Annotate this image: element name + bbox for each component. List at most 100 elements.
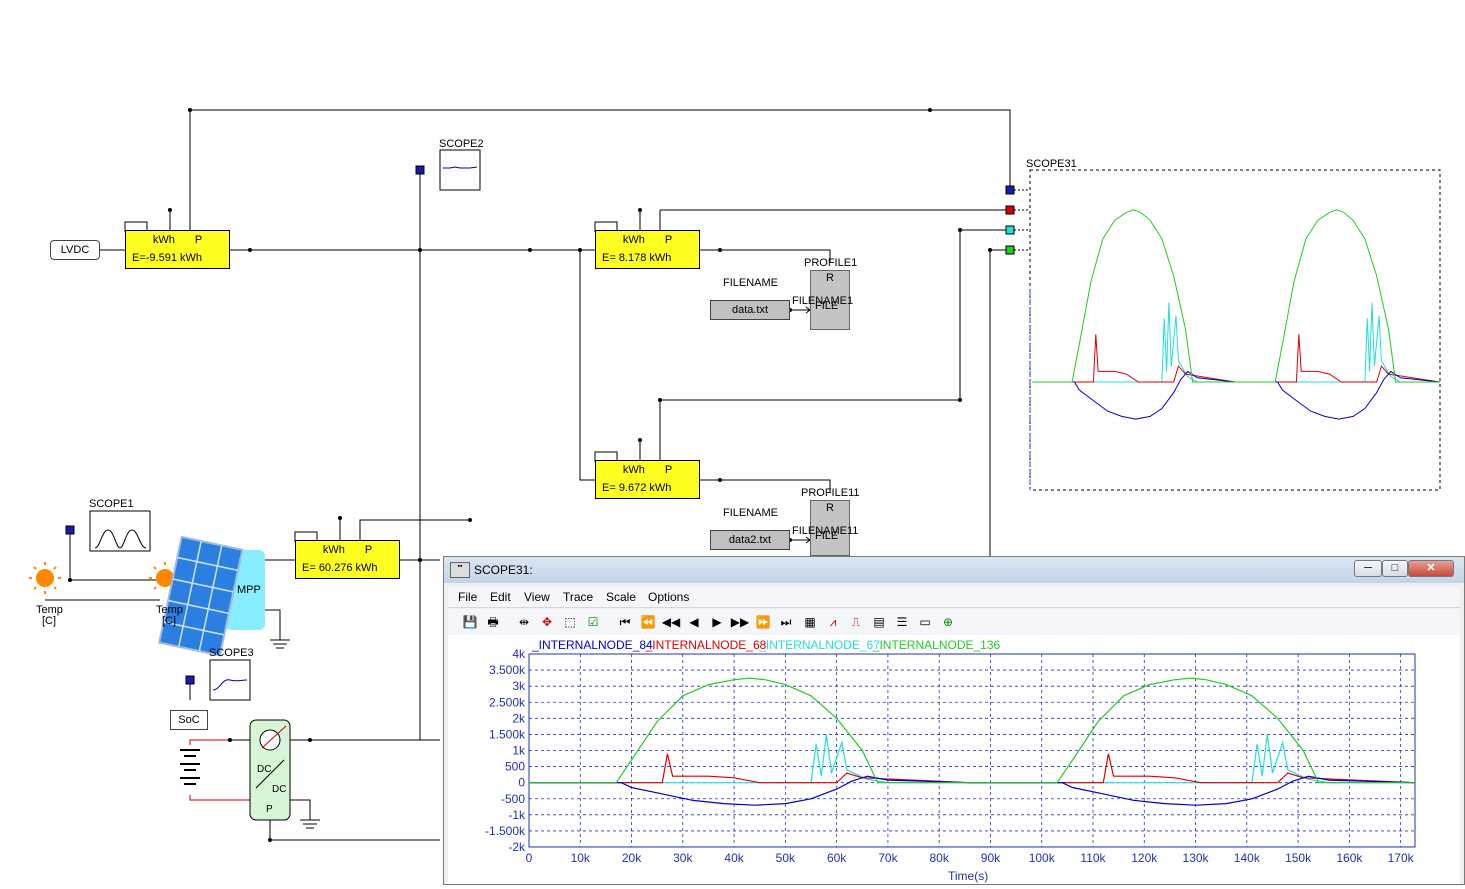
dcdc-p-label: P [266, 804, 273, 815]
window-icon[interactable]: ▭ [915, 612, 935, 632]
menu-view[interactable]: View [524, 590, 550, 604]
list-icon[interactable]: ☰ [892, 612, 912, 632]
chart-traces [529, 677, 1416, 806]
legend-entry[interactable]: _INTERNALNODE_68 [645, 638, 767, 652]
energy-meter-3[interactable]: kWh P E= 9.672 kWh [595, 460, 700, 499]
x-tick-label: 150k [1285, 851, 1312, 865]
y-axis-ticks: 4k 3.500k 3k 2.500k 2k 1.500k 1k 500 0 -500 -1k -1.… [485, 647, 526, 854]
menu-trace[interactable]: Trace [563, 590, 593, 604]
zoom-box-icon[interactable]: ⬚ [560, 612, 580, 632]
trace-internalnode-68[interactable] [529, 753, 1416, 784]
y-tick-label: 4k [512, 647, 526, 661]
zoom-fit-icon[interactable]: ✥ [537, 612, 557, 632]
lvdc-label[interactable]: LVDC [50, 240, 100, 260]
title-bar[interactable]: ▪▪ SCOPE31: ─ □ ✕ [444, 557, 1464, 583]
scope1-label: SCOPE1 [89, 498, 134, 510]
fast-forward-icon[interactable]: ⏩ [753, 612, 773, 632]
profile1-label: PROFILE1 [804, 257, 858, 269]
minimize-button[interactable]: ─ [1354, 560, 1382, 577]
scope31-window[interactable]: ▪▪ SCOPE31: ─ □ ✕ File Edit View Trace S… [443, 556, 1465, 885]
chart-grid [528, 653, 1416, 848]
x-tick-label: 70k [878, 851, 898, 865]
menu-file[interactable]: File [458, 590, 477, 604]
x-tick-label: 110k [1080, 851, 1106, 865]
trace-internalnode-67[interactable] [529, 734, 1415, 784]
chart-legend: _INTERNALNODE_84_INTERNALNODE_68_INTERNA… [531, 638, 1001, 652]
x-tick-label: 50k [776, 851, 796, 865]
y-tick-label: -1.500k [485, 824, 526, 838]
x-tick-label: 140k [1234, 851, 1261, 865]
auto-scale-icon[interactable]: ☑ [583, 612, 603, 632]
scope31-ports[interactable] [1005, 185, 1030, 255]
sun-icon[interactable] [29, 562, 61, 594]
menu-options[interactable]: Options [648, 590, 689, 604]
x-tick-label: 80k [930, 851, 950, 865]
scope3-label: SCOPE3 [209, 647, 254, 659]
back-icon[interactable]: ◀◀ [661, 612, 681, 632]
step-forward-icon[interactable]: ▶ [707, 612, 727, 632]
plot-area[interactable]: _INTERNALNODE_84 _INTERNALNODE_68 _INTERNA… [448, 635, 1460, 884]
file-input-1[interactable]: data.txt [710, 300, 790, 320]
scope-chart[interactable]: _INTERNALNODE_84_INTERNALNODE_68_INTERNA… [448, 635, 1462, 886]
x-tick-label: 130k [1183, 851, 1210, 865]
meter-value: E=-9.591 kWh [132, 252, 203, 264]
scope2-port[interactable] [415, 165, 425, 175]
profile1-file: FILE [815, 300, 839, 312]
x-tick-label: 30k [673, 851, 693, 865]
y-tick-label: 0 [518, 776, 525, 790]
dcdc-top-label: DC [257, 764, 272, 775]
soc-label[interactable]: SoC [170, 710, 208, 730]
meter-value: E= 9.672 kWh [602, 482, 672, 494]
energy-meter-2[interactable]: kWh P E= 8.178 kWh [595, 230, 700, 269]
first-icon[interactable]: ⏮ [615, 612, 635, 632]
mpp-label: MPP [237, 584, 261, 596]
legend-entry[interactable]: _INTERNALNODE_67 [758, 638, 880, 652]
energy-meter-1[interactable]: kWh P E=-9.591 kWh [125, 230, 230, 269]
filename-label-2: FILENAME [723, 507, 779, 519]
scope31-label: SCOPE31 [1026, 158, 1077, 170]
trace-internalnode-84[interactable] [529, 775, 1416, 806]
trace-icon[interactable]: ⩘ [823, 612, 843, 632]
close-button[interactable]: ✕ [1408, 560, 1454, 577]
crosshair-icon[interactable]: ⊕ [938, 612, 958, 632]
legend-entry[interactable]: _INTERNALNODE_136 [872, 638, 1001, 652]
cursor-icon[interactable]: ⇹ [514, 612, 534, 632]
x-axis-label: Time(s) [948, 869, 988, 883]
x-tick-label: 40k [724, 851, 744, 865]
legend-entry[interactable]: _INTERNALNODE_84 [531, 638, 653, 652]
trace-internalnode-136[interactable] [529, 677, 1415, 784]
scope1-box[interactable] [89, 510, 151, 552]
file-input-2[interactable]: data2.txt [710, 530, 790, 550]
table-icon[interactable]: ▦ [800, 612, 820, 632]
y-tick-label: 2k [512, 711, 526, 725]
toolbar: 💾 🖶 ⇹ ✥ ⬚ ☑ ⏮ ⏪ ◀◀ ◀ ▶ ▶▶ ⏩ ⏭ ▦ ⩘ ⎍ ▤ ☰ … [448, 609, 1460, 635]
scope1-port[interactable] [65, 525, 75, 535]
temp-unit-2: [C] [162, 615, 177, 627]
print-icon[interactable]: 🖶 [483, 612, 503, 632]
step-back-icon[interactable]: ◀ [684, 612, 704, 632]
save-icon[interactable]: 💾 [460, 612, 480, 632]
dcdc-bottom-label: DC [272, 784, 287, 795]
forward-icon[interactable]: ▶▶ [730, 612, 750, 632]
y-tick-label: 500 [505, 760, 525, 774]
bar-chart-icon[interactable]: ▤ [869, 612, 889, 632]
menu-scale[interactable]: Scale [606, 590, 636, 604]
scope2-box[interactable] [439, 149, 481, 191]
fast-back-icon[interactable]: ⏪ [638, 612, 658, 632]
energy-meter-4[interactable]: kWh P E= 60.276 kWh [295, 540, 400, 579]
last-icon[interactable]: ⏭ [776, 612, 796, 632]
solar-panel-icon[interactable] [158, 535, 244, 657]
y-tick-label: -500 [501, 792, 525, 806]
y-tick-label: 1k [512, 744, 526, 758]
y-tick-label: 3.500k [489, 663, 526, 677]
maximize-button[interactable]: □ [1382, 560, 1408, 577]
filename-label-1: FILENAME [723, 277, 779, 289]
battery-icon[interactable] [180, 749, 200, 785]
y-tick-label: -2k [508, 840, 526, 854]
meter-value: E= 8.178 kWh [602, 252, 672, 264]
x-tick-label: 160k [1336, 851, 1363, 865]
app-icon[interactable]: ▪▪ [450, 562, 470, 578]
log-icon[interactable]: ⎍ [846, 612, 866, 632]
scope3-port[interactable] [185, 675, 195, 685]
menu-edit[interactable]: Edit [490, 590, 511, 604]
